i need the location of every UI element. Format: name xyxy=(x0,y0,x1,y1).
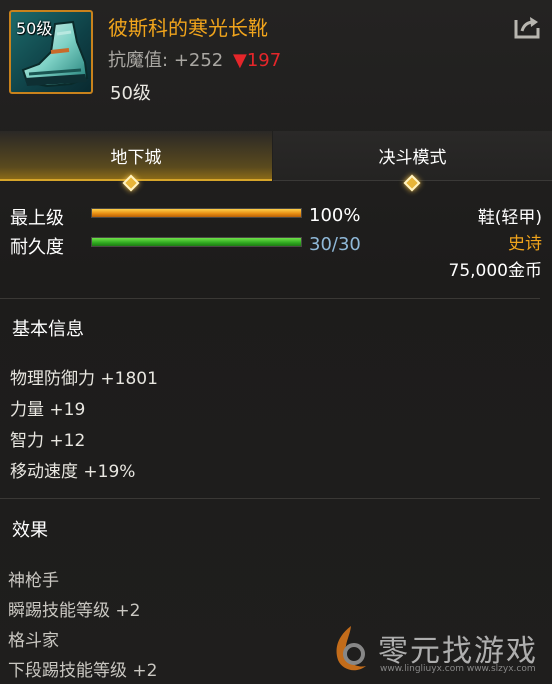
tab-duel-mode-label: 决斗模式 xyxy=(378,148,447,168)
resist-value: +252 xyxy=(173,50,224,71)
item-icon-level: 50级 xyxy=(16,19,53,38)
mode-tabs: 地下城 决斗模式 xyxy=(0,131,552,192)
watermark-url: www.lingliuyx.com www.slzyx.com xyxy=(380,664,536,674)
share-icon[interactable] xyxy=(512,14,542,40)
resist-row: 抗魔值: +252 ▼197 xyxy=(108,46,281,72)
effect-line: 下段踢技能等级 +2 xyxy=(8,661,158,681)
effects-title: 效果 xyxy=(12,520,48,541)
item-level: 50级 xyxy=(110,83,151,104)
top-level-bar-fill xyxy=(92,209,301,217)
resist-label: 抗魔值: xyxy=(108,50,169,71)
durability-value: 30/30 xyxy=(309,234,361,255)
basic-info-title: 基本信息 xyxy=(12,319,84,340)
tab-dungeon[interactable]: 地下城 xyxy=(0,131,272,181)
attr-intelligence: 智力 +12 xyxy=(10,431,86,451)
attr-physical-defense: 物理防御力 +1801 xyxy=(10,369,158,389)
attr-strength: 力量 +19 xyxy=(10,400,86,420)
item-icon-frame[interactable]: 50级 xyxy=(9,10,93,94)
item-type: 鞋(轻甲) xyxy=(477,208,542,228)
top-level-bar xyxy=(91,208,302,218)
durability-bar xyxy=(91,237,302,247)
effect-line: 神枪手 xyxy=(8,571,59,591)
tab-dungeon-label: 地下城 xyxy=(110,147,162,168)
effect-line: 瞬踢技能等级 +2 xyxy=(8,601,141,621)
attr-move-speed: 移动速度 +19% xyxy=(10,462,136,482)
top-level-value: 100% xyxy=(309,205,361,226)
durability-label: 耐久度 xyxy=(10,237,64,258)
divider xyxy=(0,298,540,299)
resist-decrease: ▼197 xyxy=(233,50,282,71)
item-name: 彼斯科的寒光长靴 xyxy=(108,16,268,40)
watermark-logo-icon xyxy=(336,626,366,671)
durability-bar-fill xyxy=(92,238,301,246)
item-rarity: 史诗 xyxy=(508,234,542,254)
tab-duel-mode[interactable]: 决斗模式 xyxy=(273,131,552,181)
watermark: 零元找游戏 www.lingliuyx.com www.slzyx.com xyxy=(328,620,548,680)
effect-line: 格斗家 xyxy=(8,631,59,651)
item-price: 75,000金币 xyxy=(448,261,542,281)
item-tooltip-panel: 50级 彼斯科的寒光长靴 抗魔值: +252 ▼197 50级 地下城 决斗模式… xyxy=(0,0,552,684)
divider xyxy=(0,498,540,499)
top-level-label: 最上级 xyxy=(10,208,64,229)
